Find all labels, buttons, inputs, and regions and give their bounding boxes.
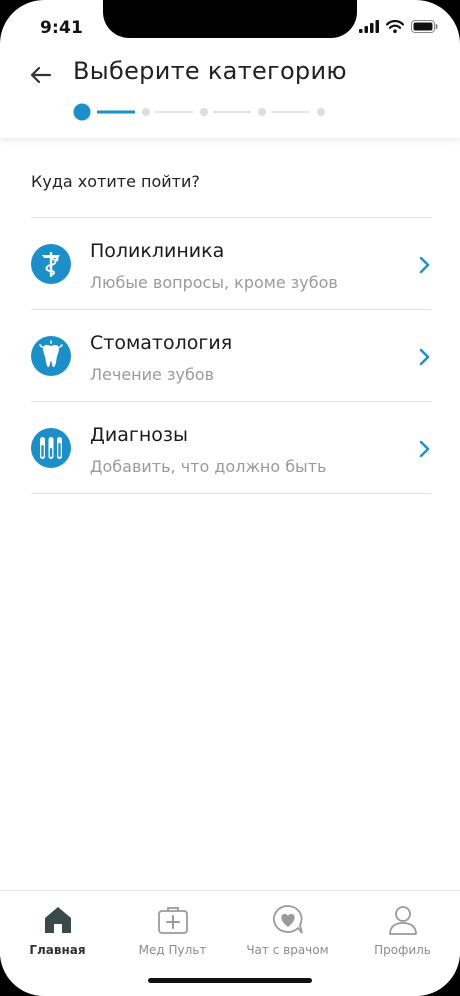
device-notch bbox=[103, 0, 357, 38]
tab-label: Профиль bbox=[374, 943, 431, 957]
tab-label: Чат с врачом bbox=[246, 943, 329, 957]
wifi-icon bbox=[386, 20, 404, 33]
step-1-dot bbox=[73, 103, 91, 121]
step-3-dot bbox=[200, 108, 208, 116]
category-item-polyclinic[interactable]: Поликлиника Любые вопросы, кроме зубов bbox=[31, 218, 431, 309]
medkit-icon bbox=[157, 907, 188, 934]
back-button[interactable] bbox=[26, 60, 56, 90]
category-list: Поликлиника Любые вопросы, кроме зубов С… bbox=[31, 217, 431, 494]
tab-label: Главная bbox=[29, 943, 86, 957]
chat-heart-icon bbox=[272, 905, 303, 934]
tooth-icon bbox=[31, 336, 71, 376]
caduceus-icon bbox=[31, 244, 71, 284]
home-icon bbox=[44, 907, 71, 933]
tab-label: Мед Пульт bbox=[138, 943, 207, 957]
step-5-dot bbox=[317, 108, 325, 116]
category-item-diagnoses[interactable]: Диагнозы Добавить, что должно быть bbox=[31, 402, 431, 493]
tab-home[interactable]: Главная bbox=[0, 891, 115, 971]
step-4-dot bbox=[258, 108, 266, 116]
profile-icon bbox=[388, 906, 417, 935]
list-divider bbox=[31, 493, 431, 494]
category-subtitle: Лечение зубов bbox=[90, 365, 215, 384]
battery-icon bbox=[411, 20, 438, 33]
step-2-dot bbox=[142, 108, 150, 116]
category-title: Диагнозы bbox=[90, 424, 188, 446]
chevron-right-icon bbox=[419, 256, 430, 274]
status-icons bbox=[359, 20, 438, 33]
category-title: Стоматология bbox=[90, 332, 233, 354]
arrow-left-icon bbox=[30, 66, 52, 84]
home-indicator[interactable] bbox=[148, 978, 312, 983]
step-progress bbox=[73, 103, 325, 121]
tab-profile[interactable]: Профиль bbox=[345, 891, 460, 971]
chevron-right-icon bbox=[419, 348, 430, 366]
category-item-dentistry[interactable]: Стоматология Лечение зубов bbox=[31, 310, 431, 401]
category-subtitle: Любые вопросы, кроме зубов bbox=[90, 273, 338, 292]
question-label: Куда хотите пойти? bbox=[31, 172, 200, 191]
test-tubes-icon bbox=[31, 428, 71, 468]
tab-doctor-chat[interactable]: Чат с врачом bbox=[230, 891, 345, 971]
category-title: Поликлиника bbox=[90, 240, 225, 262]
tab-med-pult[interactable]: Мед Пульт bbox=[115, 891, 230, 971]
page-title: Выберите категорию bbox=[73, 57, 347, 85]
status-time: 9:41 bbox=[40, 18, 84, 38]
chevron-right-icon bbox=[419, 440, 430, 458]
signal-icon bbox=[359, 20, 379, 33]
category-subtitle: Добавить, что должно быть bbox=[90, 457, 327, 476]
phone-screen: Выберите категорию 9:41 Куда хотите пойт… bbox=[0, 0, 460, 996]
